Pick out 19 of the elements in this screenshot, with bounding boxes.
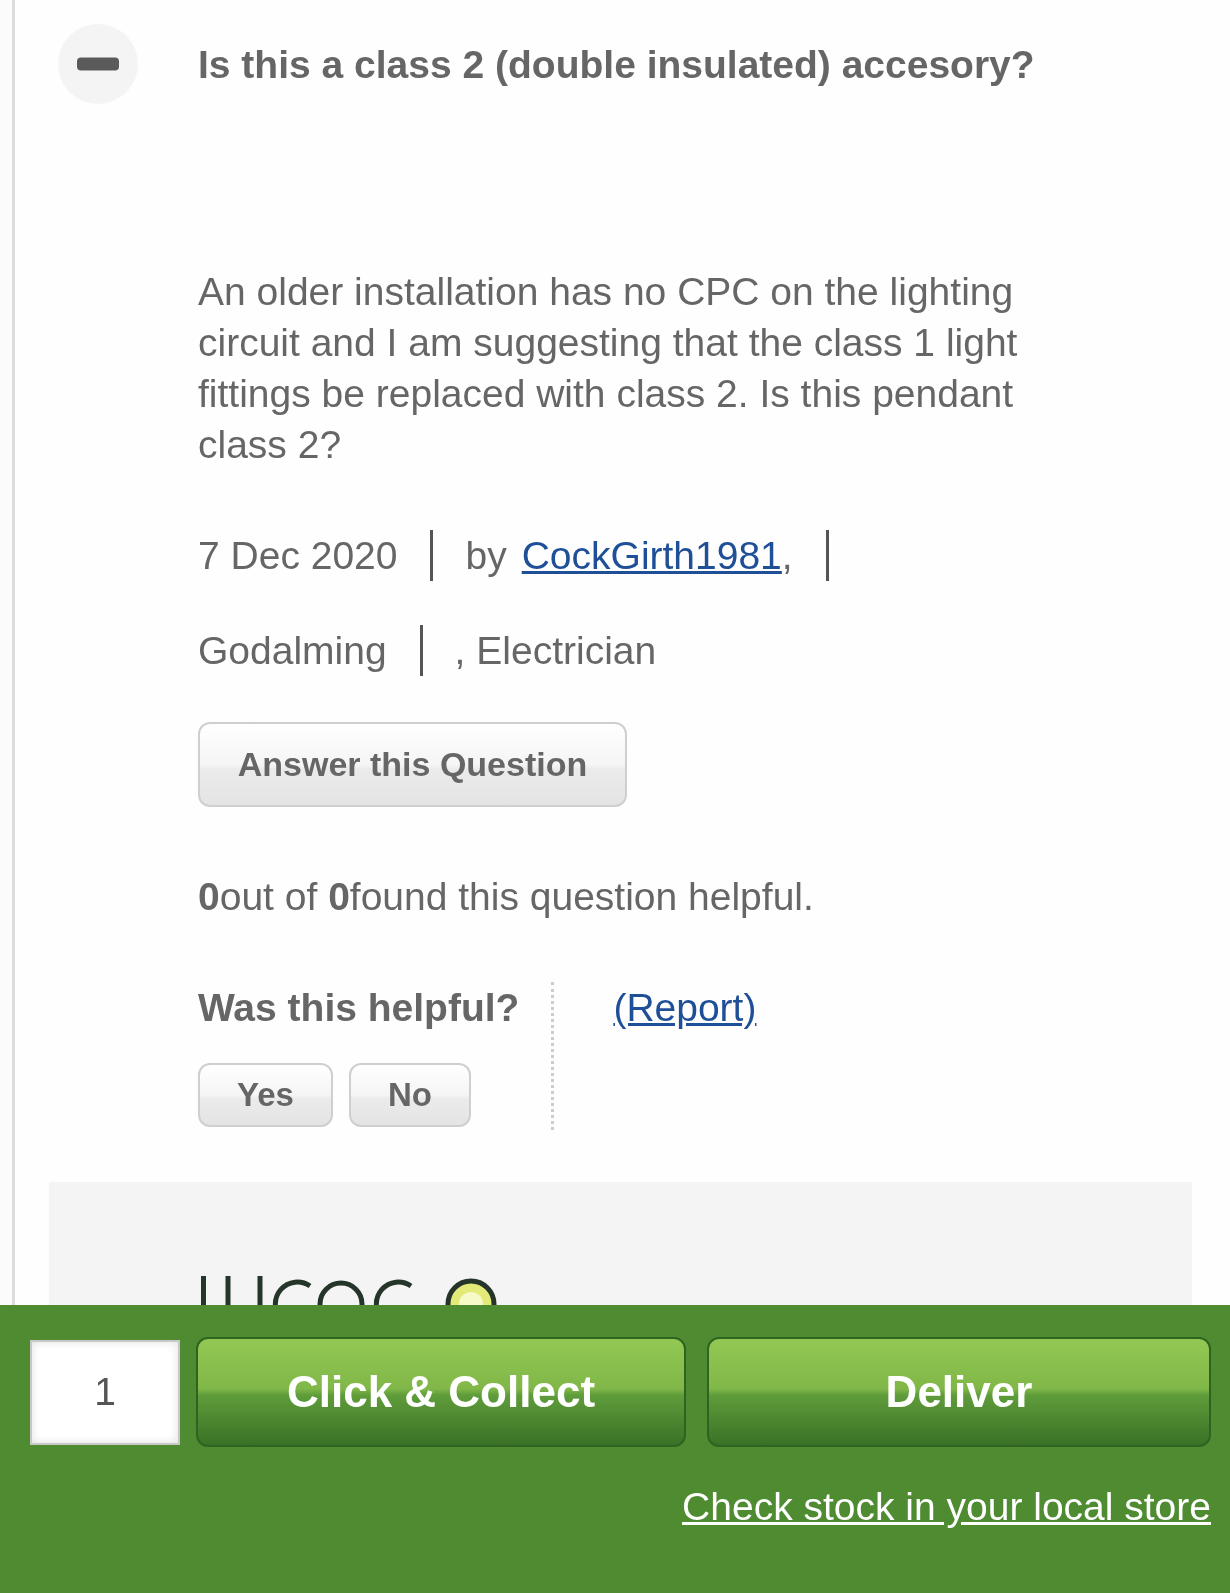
report-link[interactable]: (Report)	[613, 982, 757, 1033]
quantity-field[interactable]: 1	[30, 1339, 180, 1445]
location-text: Godalming	[198, 628, 387, 674]
question-text: An older installation has no CPC on the lighting circuit and I am suggesting that the class 1 light fittings be replaced with class 2. Is this pendant class 2?	[198, 269, 1019, 468]
post-date: 7 Dec 2020	[198, 533, 398, 579]
minus-icon[interactable]	[58, 24, 138, 104]
helpful-summary: 0out of 0found this question helpful.	[198, 874, 815, 920]
vote-button[interactable]: Yes	[198, 1063, 333, 1127]
punctuation-text: ,	[781, 533, 793, 579]
vote-button[interactable]: No	[348, 1063, 471, 1127]
deliver-button[interactable]: Deliver	[707, 1337, 1211, 1447]
check-stock-link[interactable]: Check stock in your local store	[682, 1481, 1211, 1532]
click-collect-button[interactable]: Click & Collect	[196, 1337, 686, 1447]
answer-question-button[interactable]: Answer this Question	[198, 722, 627, 807]
author-link[interactable]: CockGirth1981	[521, 530, 782, 581]
occupation-text: , Electrician	[454, 628, 657, 674]
question-title: Is this a class 2 (double insulated) accesory?	[198, 41, 1035, 88]
by-label: by	[465, 533, 507, 579]
helpful-prompt: Was this helpful?	[198, 985, 520, 1031]
